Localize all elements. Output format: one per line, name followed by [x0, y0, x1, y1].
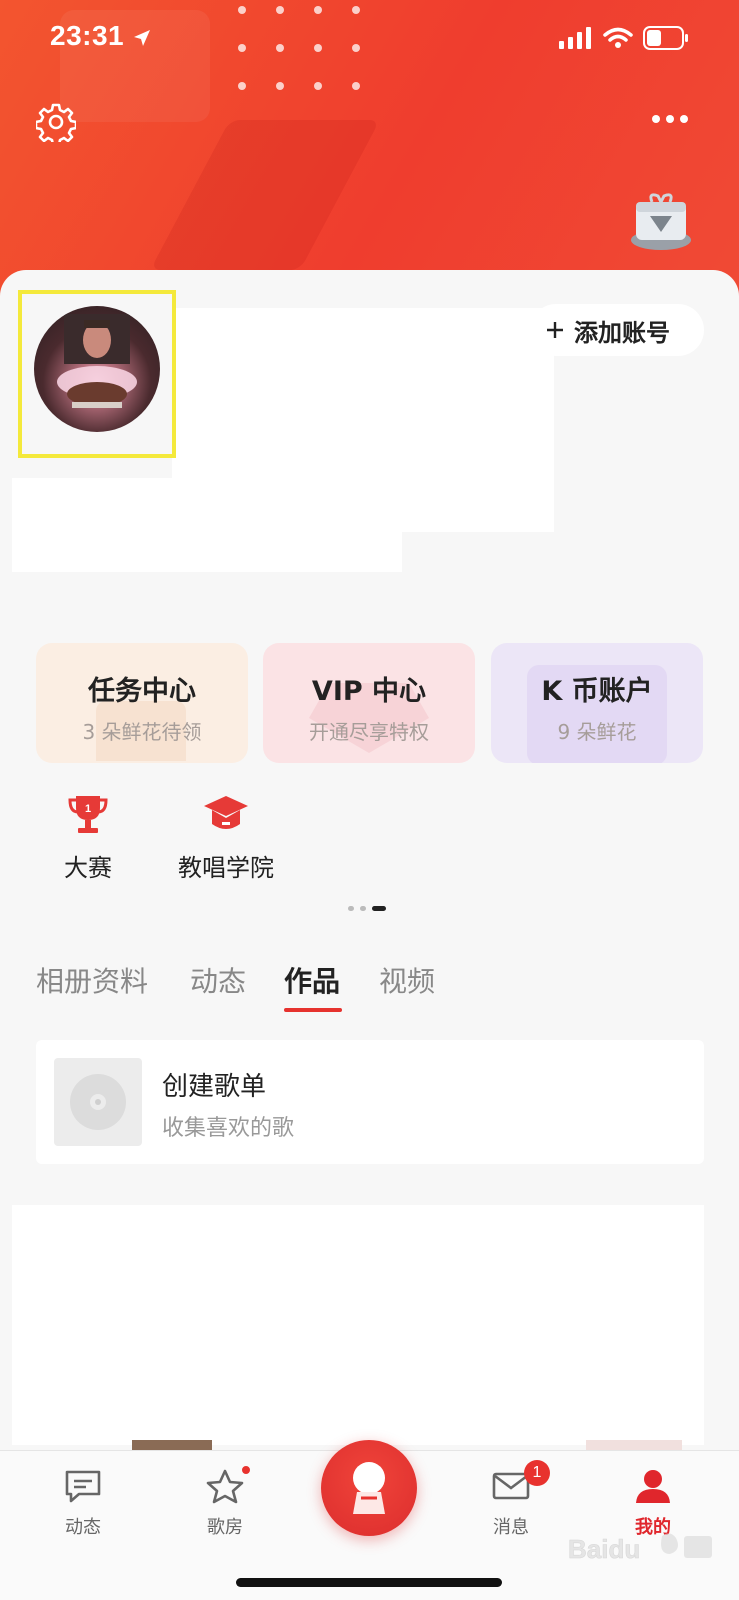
page-dot	[360, 906, 366, 911]
more-button[interactable]	[650, 110, 690, 129]
gift-box-icon	[631, 193, 691, 250]
message-icon	[65, 1470, 101, 1503]
baidu-watermark-logo: Baidu	[566, 1528, 716, 1574]
playlist-cover	[54, 1058, 142, 1146]
feature-subtitle: 开通尽享特权	[309, 720, 429, 744]
settings-button[interactable]	[34, 102, 78, 147]
svg-text:1: 1	[85, 803, 91, 815]
vinyl-disc-icon	[70, 1074, 126, 1130]
tab-videos[interactable]: 视频	[379, 960, 435, 1000]
nav-label: 消息	[493, 1517, 529, 1538]
signal-icon	[559, 27, 591, 49]
wifi-icon	[603, 27, 633, 48]
svg-text:Baidu: Baidu	[568, 1534, 640, 1564]
avatar-photo	[57, 314, 137, 408]
add-account-button[interactable]: 添加账号	[530, 304, 704, 356]
more-dots-icon	[652, 115, 688, 123]
star-icon	[206, 1469, 244, 1504]
nav-label: 歌房	[207, 1517, 243, 1538]
page-dot	[348, 906, 354, 911]
active-tab-indicator	[284, 1008, 342, 1012]
gift-button[interactable]	[628, 188, 694, 256]
feature-title: VIP 中心	[311, 676, 427, 707]
page-dot-active	[372, 906, 386, 911]
feature-title: 任务中心	[88, 676, 196, 707]
singing-academy-shortcut[interactable]: 教唱学院	[176, 792, 276, 883]
shortcut-label: 大赛	[64, 854, 112, 882]
sing-icon	[353, 1462, 385, 1514]
shortcut-label: 教唱学院	[178, 854, 274, 882]
sing-button[interactable]	[321, 1440, 417, 1536]
battery-icon	[643, 26, 688, 50]
playlist-title: 创建歌单	[162, 1072, 267, 1102]
tab-feed[interactable]: 动态	[190, 960, 246, 1000]
plus-icon	[547, 322, 563, 338]
playlist-subtitle: 收集喜欢的歌	[162, 1116, 295, 1141]
graduation-cap-icon	[204, 796, 248, 829]
notification-dot	[240, 1464, 252, 1476]
trophy-icon: 1	[68, 796, 108, 833]
tab-works[interactable]: 作品	[284, 960, 340, 1000]
works-content-area	[12, 1205, 704, 1445]
gear-icon	[34, 103, 78, 147]
person-icon	[636, 1470, 670, 1503]
profile-info-area	[12, 478, 402, 572]
avatar[interactable]	[34, 306, 160, 432]
nav-feed[interactable]: 动态	[38, 1468, 128, 1539]
add-account-label: 添加账号	[574, 318, 670, 347]
shortcut-page-indicator	[348, 906, 386, 911]
status-icons	[559, 26, 689, 50]
tab-album-profile[interactable]: 相册资料	[36, 960, 148, 1000]
vip-center-card[interactable]: VIP 中心 开通尽享特权	[263, 643, 475, 763]
header-dot-pattern	[238, 6, 368, 96]
nav-label: 动态	[65, 1517, 101, 1538]
message-count-badge: 1	[524, 1460, 550, 1486]
k-coin-account-card[interactable]: K 币账户 9 朵鲜花	[491, 643, 703, 763]
location-arrow-icon	[134, 29, 151, 46]
nav-song-room[interactable]: 歌房	[180, 1464, 270, 1539]
status-time: 23:31	[50, 20, 152, 52]
feature-subtitle: 3 朵鲜花待领	[82, 720, 202, 744]
nav-messages[interactable]: 消息 1	[466, 1460, 556, 1539]
header-decoration	[150, 120, 380, 270]
feature-title: K 币账户	[541, 676, 653, 707]
task-center-card[interactable]: 任务中心 3 朵鲜花待领	[36, 643, 248, 763]
home-indicator	[236, 1578, 502, 1587]
create-playlist-item[interactable]: 创建歌单 收集喜欢的歌	[36, 1040, 704, 1164]
feature-subtitle: 9 朵鲜花	[557, 720, 637, 744]
contest-shortcut[interactable]: 1 大赛	[56, 792, 120, 883]
